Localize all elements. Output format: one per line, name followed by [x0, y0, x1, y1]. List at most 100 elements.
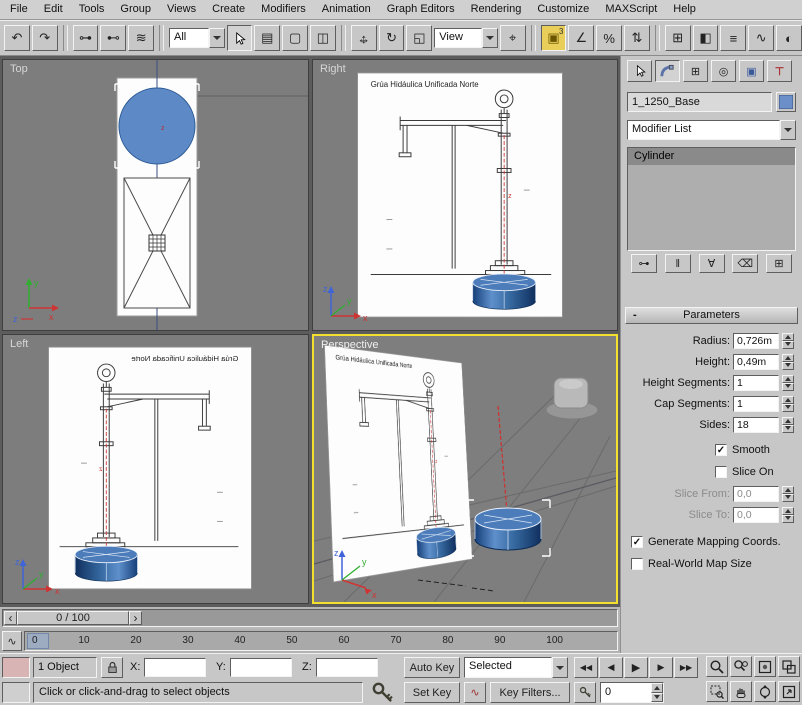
y-coordinate-field[interactable]: [230, 658, 292, 677]
spinner-snap-button[interactable]: ⇅: [624, 25, 650, 51]
pin-stack-button[interactable]: ⊶: [631, 254, 657, 273]
maxscript-mini-listener[interactable]: [2, 682, 30, 703]
menu-group[interactable]: Group: [112, 0, 159, 19]
redo-button[interactable]: ↷: [32, 25, 58, 51]
menu-rendering[interactable]: Rendering: [463, 0, 530, 19]
menu-file[interactable]: File: [2, 0, 36, 19]
named-selection-sets-button[interactable]: ⊞: [665, 25, 691, 51]
time-slider-next-button[interactable]: ›: [129, 611, 142, 625]
tab-utilities[interactable]: ⊤: [767, 60, 792, 82]
zoom-all-button[interactable]: [730, 656, 752, 677]
object-color-swatch[interactable]: [776, 92, 796, 112]
play-animation-button[interactable]: ▶: [624, 657, 648, 678]
zoom-extents-all-button[interactable]: [778, 656, 800, 677]
auto-key-button[interactable]: Auto Key: [404, 657, 460, 678]
select-and-scale-button[interactable]: ◱: [406, 25, 432, 51]
arc-rotate-button[interactable]: [754, 681, 776, 702]
modifier-list-dropdown[interactable]: Modifier List: [627, 120, 796, 140]
height-segments-spinner[interactable]: [782, 375, 794, 391]
chevron-down-icon[interactable]: [552, 657, 568, 678]
default-in-out-tangents-button[interactable]: ∿: [464, 682, 486, 703]
select-by-name-button[interactable]: ▤: [254, 25, 280, 51]
viewport-perspective-label[interactable]: Perspective: [321, 339, 378, 351]
set-key-toggle-button[interactable]: Set Key: [404, 682, 460, 703]
chevron-down-icon[interactable]: [482, 28, 498, 48]
modifier-stack-item-cylinder[interactable]: Cylinder: [628, 148, 795, 165]
slice-on-checkbox[interactable]: [715, 466, 727, 478]
min-max-toggle-button[interactable]: [778, 681, 800, 702]
radius-field[interactable]: 0,726m: [733, 333, 779, 349]
pan-view-button[interactable]: [730, 681, 752, 702]
tab-hierarchy[interactable]: ⊞: [683, 60, 708, 82]
show-end-result-button[interactable]: ‖: [665, 254, 691, 273]
configure-modifier-sets-button[interactable]: ⊞: [766, 254, 792, 273]
zoom-button[interactable]: [706, 656, 728, 677]
use-pivot-center-button[interactable]: ⌖: [500, 25, 526, 51]
time-slider-handle[interactable]: 0 / 100: [17, 611, 129, 625]
select-and-link-button[interactable]: ⊶: [73, 25, 99, 51]
undo-button[interactable]: ↶: [4, 25, 30, 51]
key-mode-toggle-button[interactable]: [574, 682, 596, 703]
menu-customize[interactable]: Customize: [529, 0, 597, 19]
make-unique-button[interactable]: ∀: [699, 254, 725, 273]
previous-frame-button[interactable]: ◀: [599, 657, 623, 678]
viewport-left[interactable]: z x y Left: [2, 334, 309, 604]
rectangular-selection-region-button[interactable]: ▢: [282, 25, 308, 51]
set-keys-button[interactable]: [368, 680, 398, 705]
viewport-right[interactable]: z x y Right: [312, 59, 618, 331]
height-spinner[interactable]: [782, 354, 794, 370]
modifier-stack-list[interactable]: Cylinder: [627, 147, 796, 251]
cap-segments-spinner[interactable]: [782, 396, 794, 412]
mirror-button[interactable]: ◧: [693, 25, 719, 51]
menu-create[interactable]: Create: [204, 0, 253, 19]
window-crossing-toggle-button[interactable]: ◫: [310, 25, 336, 51]
selection-lock-toggle[interactable]: [101, 657, 123, 678]
parameters-rollout-header[interactable]: - Parameters: [625, 307, 798, 324]
sides-spinner[interactable]: [782, 417, 794, 433]
viewport-left-label[interactable]: Left: [10, 338, 28, 350]
reference-coordinate-dropdown[interactable]: View: [434, 28, 498, 48]
time-slider-prev-button[interactable]: ‹: [4, 611, 17, 625]
bind-to-space-warp-button[interactable]: ≋: [128, 25, 154, 51]
mini-curve-editor-button[interactable]: ∿: [2, 631, 22, 651]
viewport-top-label[interactable]: Top: [10, 63, 28, 75]
sides-field[interactable]: 18: [733, 417, 779, 433]
viewport-right-label[interactable]: Right: [320, 63, 346, 75]
menu-tools[interactable]: Tools: [71, 0, 113, 19]
menu-views[interactable]: Views: [159, 0, 204, 19]
chevron-down-icon[interactable]: [780, 120, 796, 140]
menu-maxscript[interactable]: MAXScript: [597, 0, 665, 19]
current-frame-spinner[interactable]: [651, 683, 663, 702]
smooth-checkbox[interactable]: ✓: [715, 444, 727, 456]
maxscript-macro-recorder[interactable]: [2, 657, 30, 678]
height-field[interactable]: 0,49m: [733, 354, 779, 370]
tab-display[interactable]: ▣: [739, 60, 764, 82]
viewport-top[interactable]: z y x: [2, 59, 309, 331]
x-coordinate-field[interactable]: [144, 658, 206, 677]
select-object-button[interactable]: [227, 25, 253, 51]
selection-filter-dropdown[interactable]: All: [169, 28, 225, 48]
go-to-start-button[interactable]: ◀◀: [574, 657, 598, 678]
object-name-field[interactable]: 1_1250_Base: [627, 92, 772, 112]
key-filters-button[interactable]: Key Filters...: [490, 682, 570, 703]
menu-graph-editors[interactable]: Graph Editors: [379, 0, 463, 19]
zoom-extents-button[interactable]: [754, 656, 776, 677]
align-button[interactable]: ≡: [720, 25, 746, 51]
menu-animation[interactable]: Animation: [314, 0, 379, 19]
material-editor-button[interactable]: ◐: [776, 25, 802, 51]
z-coordinate-field[interactable]: [316, 658, 378, 677]
chevron-down-icon[interactable]: [209, 28, 225, 48]
next-frame-button[interactable]: ▶: [649, 657, 673, 678]
remove-modifier-button[interactable]: ⌫: [732, 254, 758, 273]
menu-modifiers[interactable]: Modifiers: [253, 0, 314, 19]
cap-segments-field[interactable]: 1: [733, 396, 779, 412]
go-to-end-button[interactable]: ▶▶: [674, 657, 698, 678]
tab-create[interactable]: [627, 60, 652, 82]
height-segments-field[interactable]: 1: [733, 375, 779, 391]
tab-modify[interactable]: [655, 60, 680, 82]
select-and-rotate-button[interactable]: ↻: [379, 25, 405, 51]
tab-motion[interactable]: ◎: [711, 60, 736, 82]
angle-snap-button[interactable]: ∠: [568, 25, 594, 51]
time-slider[interactable]: ‹ 0 / 100 ›: [0, 607, 620, 629]
radius-spinner[interactable]: [782, 333, 794, 349]
